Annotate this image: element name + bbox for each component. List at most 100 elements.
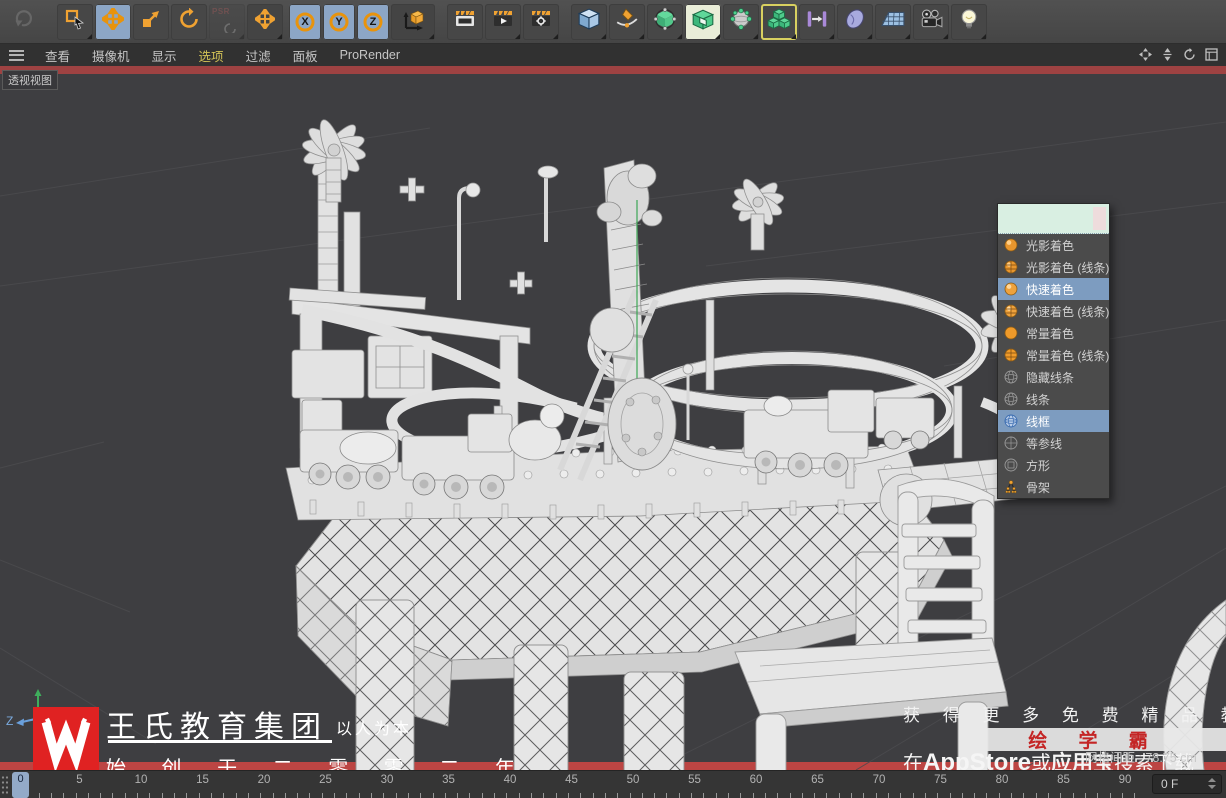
menu-item-hidden-line[interactable]: 隐藏线条 — [998, 366, 1109, 388]
generator-button[interactable] — [685, 3, 721, 40]
menu-view[interactable]: 查看 — [34, 46, 81, 65]
menu-item-quick-shading[interactable]: 快速着色 — [998, 278, 1109, 300]
volume-button[interactable] — [723, 3, 759, 40]
timeline-playhead[interactable]: 0 — [12, 772, 29, 798]
move-tool-button[interactable] — [95, 3, 131, 40]
menu-display[interactable]: 显示 — [141, 46, 188, 65]
lock-x-axis-button[interactable]: X — [289, 3, 321, 40]
array-icon — [767, 7, 791, 36]
ruler-tick — [937, 793, 939, 798]
constant-shading-icon — [1004, 326, 1018, 340]
ruler-tick — [678, 793, 680, 798]
menu-item-constant-shading-lines[interactable]: 常量着色 (线条) — [998, 344, 1109, 366]
ruler-tick — [777, 793, 779, 798]
ruler-tick — [1084, 793, 1086, 798]
axis-modify-button[interactable] — [247, 3, 283, 40]
tearoff-handle-icon[interactable] — [1093, 207, 1106, 230]
floor-button[interactable] — [875, 3, 911, 40]
ruler-frame-label: 10 — [134, 774, 148, 786]
ruler-tick — [149, 793, 151, 798]
rotate-tool-button[interactable] — [171, 3, 207, 40]
menu-camera[interactable]: 摄像机 — [81, 46, 141, 65]
ruler-tick — [654, 793, 656, 798]
ruler-frame-label: 80 — [995, 774, 1009, 786]
frame-spinner-icon[interactable] — [1208, 778, 1216, 789]
viewport-label: 透视视图 — [2, 70, 58, 90]
ruler-tick — [469, 793, 471, 798]
undo-button[interactable] — [3, 4, 45, 40]
ruler-tick — [629, 793, 631, 798]
render-view-button[interactable] — [447, 3, 483, 40]
lock-z-axis-button[interactable]: Z — [357, 3, 389, 40]
ruler-tick — [580, 793, 582, 798]
menu-options[interactable]: 选项 — [188, 46, 235, 65]
ruler-tick — [457, 793, 459, 798]
ruler-frame-label: 15 — [196, 774, 209, 786]
ruler-tick — [272, 793, 274, 798]
ruler-tick — [518, 793, 520, 798]
ruler-tick — [174, 793, 176, 798]
ruler-tick — [383, 793, 385, 798]
ruler-tick — [321, 793, 323, 798]
ruler-tick — [1072, 793, 1074, 798]
subdivision-surface-button[interactable] — [647, 3, 683, 40]
toggle-view-icon[interactable] — [1205, 48, 1218, 61]
menu-item-box[interactable]: 方形 — [998, 454, 1109, 476]
deformer-button[interactable] — [837, 3, 873, 40]
scale-tool-icon — [140, 8, 162, 35]
main-toolbar: PSR X Y Z — [0, 0, 1226, 44]
menu-panel[interactable]: 面板 — [282, 46, 329, 65]
current-frame-field[interactable]: 0 F — [1152, 774, 1222, 794]
primitive-cube-button[interactable] — [571, 3, 607, 40]
ruler-tick — [801, 793, 803, 798]
psr-icon: PSR — [212, 6, 230, 16]
box-icon — [1004, 458, 1018, 472]
ruler-frame-label: 60 — [749, 774, 763, 786]
spline-pen-button[interactable] — [609, 3, 645, 40]
promo-line: 获 得 更 多 免 费 精 品 教 程 — [903, 706, 1226, 725]
render-settings-button[interactable] — [523, 3, 559, 40]
menu-prorender[interactable]: ProRender — [329, 48, 411, 62]
dolly-view-icon[interactable] — [1161, 48, 1174, 61]
light-button[interactable] — [951, 3, 987, 40]
ruler-tick — [87, 793, 89, 798]
menu-item-gouraud-shading[interactable]: 光影着色 — [998, 234, 1109, 256]
pan-view-icon[interactable] — [1139, 48, 1152, 61]
coordinate-system-button[interactable] — [391, 3, 435, 40]
menu-item-quick-shading-lines[interactable]: 快速着色 (线条) — [998, 300, 1109, 322]
primitive-cube-icon — [577, 7, 601, 36]
hamburger-icon[interactable] — [9, 49, 24, 61]
array-button[interactable] — [761, 3, 797, 40]
ruler-frame-label: 25 — [319, 774, 332, 786]
live-selection-button[interactable] — [57, 3, 93, 40]
camera-button[interactable] — [913, 3, 949, 40]
ruler-tick — [297, 793, 299, 798]
viewport[interactable]: 透视视图 Z 光影着色 光影着色 (线条) 快速着色 快速着色 (线条) 常量着… — [0, 66, 1226, 770]
brand-slogan: 以人为本 — [336, 721, 413, 738]
ruler-tick — [1121, 793, 1123, 798]
scale-tool-button[interactable] — [133, 3, 169, 40]
menu-item-lines[interactable]: 线条 — [998, 388, 1109, 410]
ruler-tick — [506, 793, 508, 798]
lock-y-axis-button[interactable]: Y — [323, 3, 355, 40]
menu-item-isoparms[interactable]: 等参线 — [998, 432, 1109, 454]
ruler-tick — [1097, 793, 1099, 798]
menu-item-skeleton[interactable]: 骨架 — [998, 476, 1109, 498]
ruler-tick — [789, 793, 791, 798]
menu-filter[interactable]: 过滤 — [235, 46, 282, 65]
last-tool-psr-button[interactable]: PSR — [209, 3, 245, 40]
menu-item-constant-shading[interactable]: 常量着色 — [998, 322, 1109, 344]
rotate-view-icon[interactable] — [1183, 48, 1196, 61]
menu-item-wireframe[interactable]: 线框 — [998, 410, 1109, 432]
quick-shading-lines-icon — [1004, 304, 1018, 318]
axis-lock-y-icon: Y — [335, 15, 343, 28]
ruler-tick — [851, 793, 853, 798]
ruler-frame-label: 65 — [811, 774, 824, 786]
menu-item-gouraud-shading-lines[interactable]: 光影着色 (线条) — [998, 256, 1109, 278]
timeline-ruler[interactable]: 0 5 10 15 20 25 30 35 40 45 50 55 60 65 70 75 80 85 90 — [0, 771, 1140, 798]
ruler-tick — [494, 793, 496, 798]
timeline[interactable]: 0 5 10 15 20 25 30 35 40 45 50 55 60 65 70 75 80 85 90 0 0… — [0, 770, 1226, 798]
render-picture-viewer-button[interactable] — [485, 3, 521, 40]
field-button[interactable] — [799, 3, 835, 40]
shading-menu-tearoff-header[interactable] — [998, 204, 1109, 234]
